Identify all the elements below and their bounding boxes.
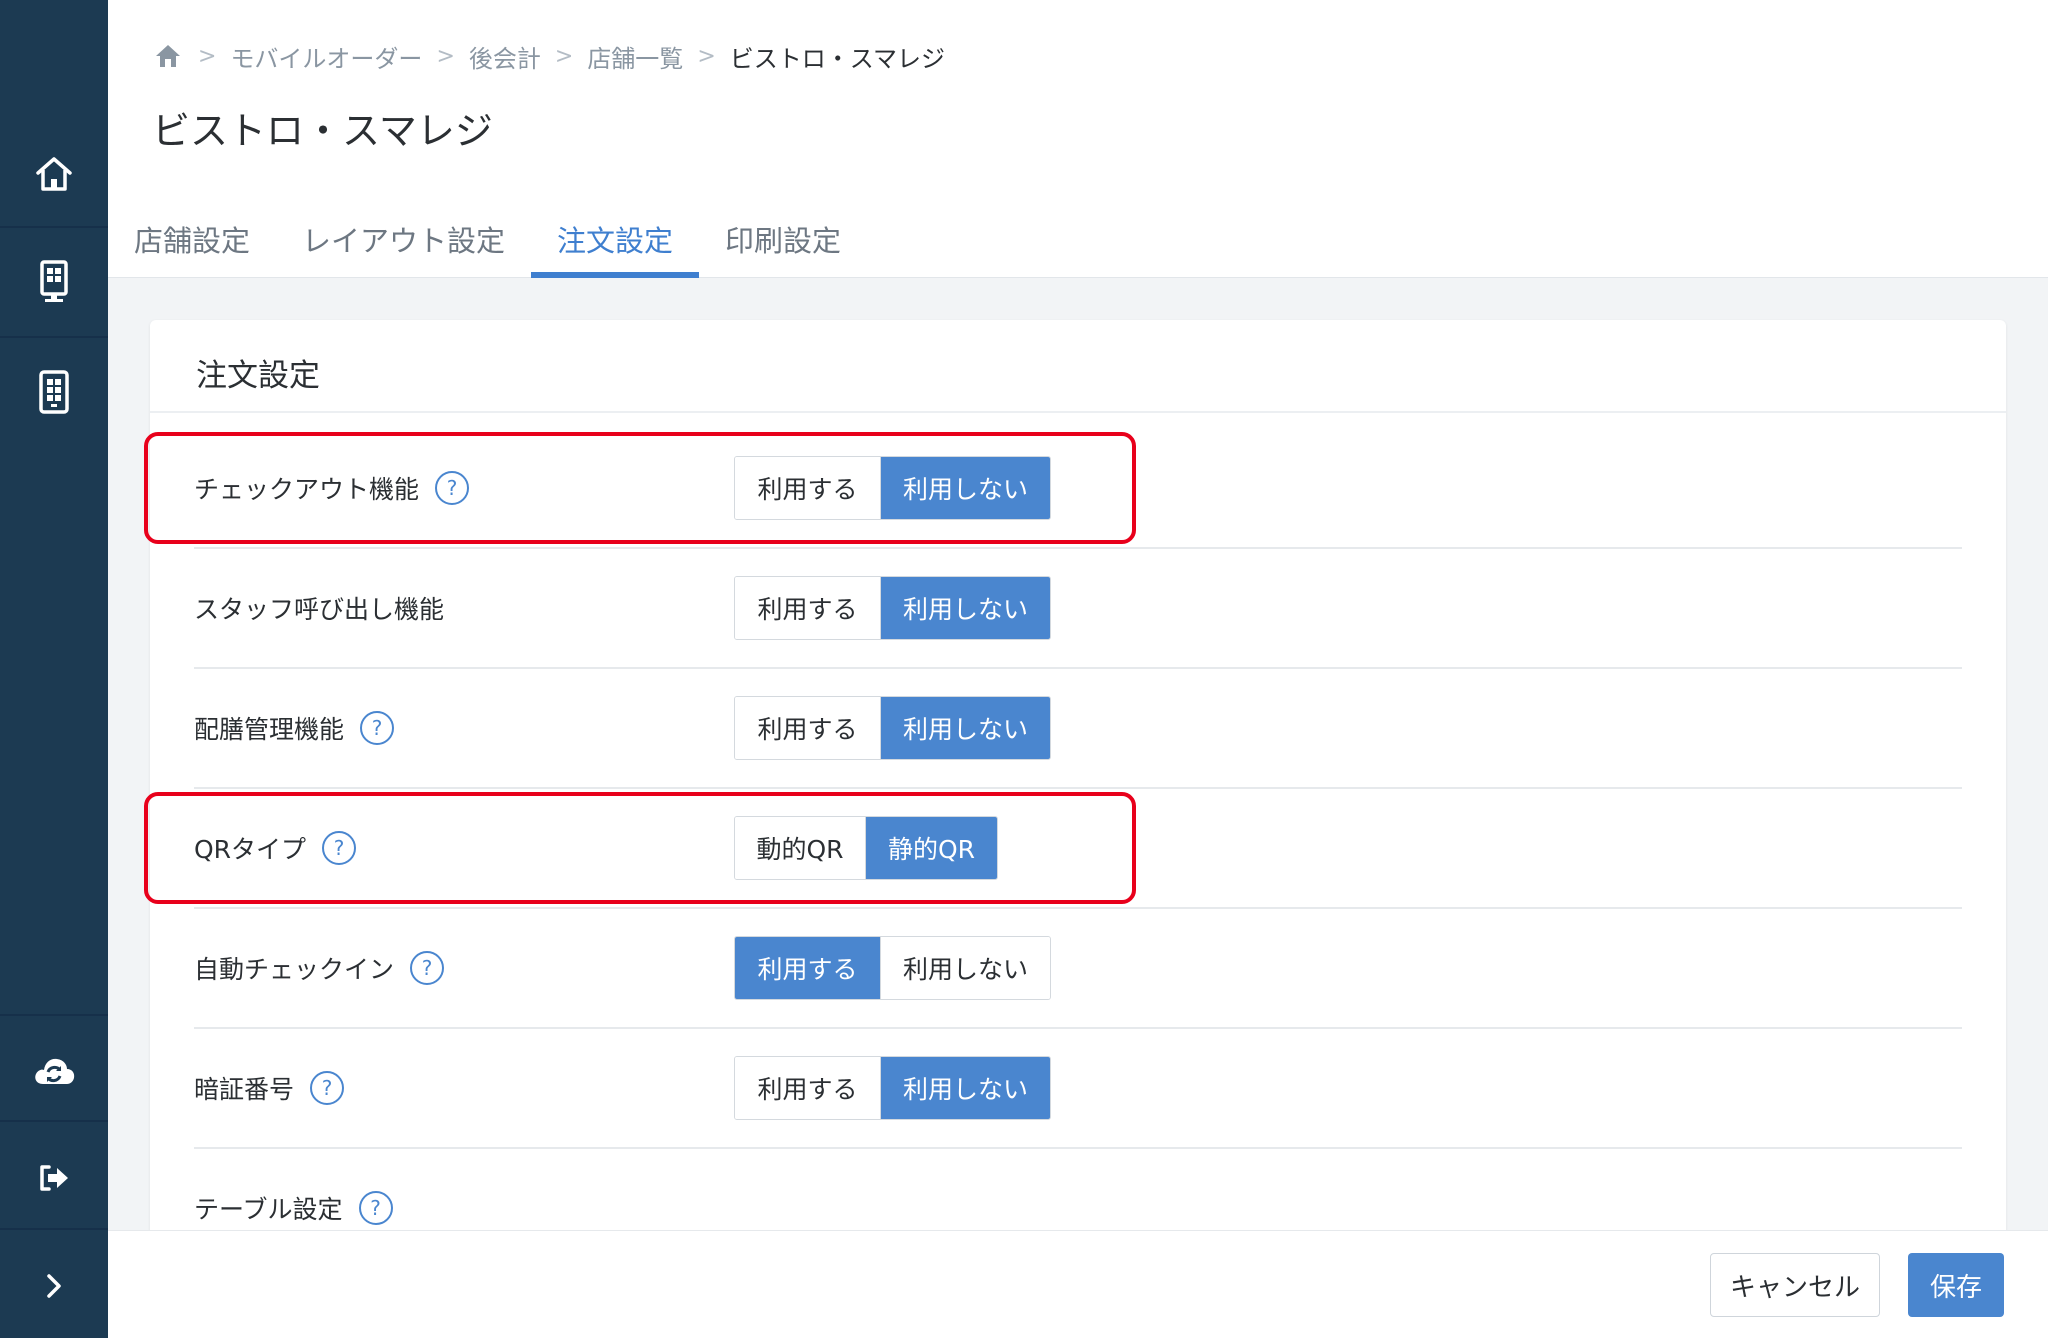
option-use[interactable]: 利用する xyxy=(735,577,880,639)
page-header: > モバイルオーダー > 後会計 > 店舗一覧 > ビストロ・スマレジ ビストロ… xyxy=(108,0,2048,278)
chevron-right-icon: > xyxy=(198,43,217,69)
breadcrumb-current: ビストロ・スマレジ xyxy=(729,44,946,73)
setting-row-checkout: チェックアウト機能? 利用する 利用しない xyxy=(194,428,1962,548)
tablet-menu-icon xyxy=(39,370,69,414)
footer-actions: キャンセル 保存 xyxy=(108,1230,2048,1338)
setting-label: QRタイプ xyxy=(194,835,307,864)
breadcrumb-home-link[interactable] xyxy=(152,40,184,72)
help-icon[interactable]: ? xyxy=(410,951,445,985)
setting-row-serving: 配膳管理機能? 利用する 利用しない xyxy=(194,668,1962,788)
page-title: ビストロ・スマレジ xyxy=(152,109,493,153)
tab-layout-settings[interactable]: レイアウト設定 xyxy=(276,198,531,278)
tab-print-settings[interactable]: 印刷設定 xyxy=(699,198,867,278)
breadcrumb-store-list[interactable]: 店舗一覧 xyxy=(587,39,683,74)
help-icon[interactable]: ? xyxy=(358,1191,393,1225)
sidebar-sync-button[interactable] xyxy=(0,1016,108,1124)
option-not-use[interactable]: 利用しない xyxy=(880,1057,1050,1119)
setting-row-pin: 暗証番号? 利用する 利用しない xyxy=(194,1028,1962,1148)
tab-store-settings[interactable]: 店舗設定 xyxy=(108,198,276,278)
sidebar xyxy=(0,0,108,1338)
home-icon xyxy=(36,157,72,191)
sidebar-expand-button[interactable] xyxy=(0,1232,108,1338)
setting-row-staff-call: スタッフ呼び出し機能 利用する 利用しない xyxy=(194,548,1962,668)
divider xyxy=(150,411,2006,413)
option-use[interactable]: 利用する xyxy=(735,457,880,519)
order-settings-card: 注文設定 チェックアウト機能? 利用する 利用しない スタッフ呼び出し機能 利用… xyxy=(150,320,2006,1338)
cancel-button[interactable]: キャンセル xyxy=(1710,1253,1880,1317)
staff-call-toggle: 利用する 利用しない xyxy=(734,576,1051,640)
chevron-right-icon xyxy=(47,1274,61,1298)
help-icon[interactable]: ? xyxy=(310,1071,345,1105)
option-not-use[interactable]: 利用しない xyxy=(880,697,1050,759)
auto-checkin-toggle: 利用する 利用しない xyxy=(734,936,1051,1000)
chevron-right-icon: > xyxy=(554,43,574,69)
setting-label: 配膳管理機能 xyxy=(194,715,345,744)
setting-label: スタッフ呼び出し機能 xyxy=(194,595,445,624)
save-button[interactable]: 保存 xyxy=(1908,1253,2004,1317)
order-terminal-icon xyxy=(40,260,68,302)
chevron-right-icon: > xyxy=(436,43,455,69)
checkout-toggle: 利用する 利用しない xyxy=(734,456,1051,520)
tab-bar: 店舗設定 レイアウト設定 注文設定 印刷設定 xyxy=(108,198,867,278)
card-title: 注文設定 xyxy=(196,358,320,394)
option-not-use[interactable]: 利用しない xyxy=(880,577,1050,639)
chevron-right-icon: > xyxy=(697,43,716,69)
option-not-use[interactable]: 利用しない xyxy=(880,937,1050,999)
option-static-qr[interactable]: 静的QR xyxy=(865,817,997,879)
option-use[interactable]: 利用する xyxy=(735,1057,880,1119)
option-use[interactable]: 利用する xyxy=(735,697,880,759)
sidebar-order-terminal-button[interactable] xyxy=(0,228,108,336)
breadcrumb-mobile-order[interactable]: モバイルオーダー xyxy=(230,39,422,74)
sidebar-home-button[interactable] xyxy=(0,120,108,228)
logout-icon xyxy=(40,1165,68,1191)
setting-label: 自動チェックイン xyxy=(194,955,395,984)
help-icon[interactable]: ? xyxy=(435,471,470,505)
option-not-use[interactable]: 利用しない xyxy=(880,457,1050,519)
setting-row-qr-type: QRタイプ? 動的QR 静的QR xyxy=(194,788,1962,908)
home-icon xyxy=(156,45,180,67)
setting-label: 暗証番号 xyxy=(194,1075,295,1104)
pin-toggle: 利用する 利用しない xyxy=(734,1056,1051,1120)
breadcrumb-post-payment[interactable]: 後会計 xyxy=(469,39,541,74)
help-icon[interactable]: ? xyxy=(360,711,395,745)
option-dynamic-qr[interactable]: 動的QR xyxy=(735,817,865,879)
setting-label: チェックアウト機能 xyxy=(194,475,420,504)
setting-row-auto-checkin: 自動チェックイン? 利用する 利用しない xyxy=(194,908,1962,1028)
serving-toggle: 利用する 利用しない xyxy=(734,696,1051,760)
setting-label: テーブル設定 xyxy=(194,1195,343,1224)
breadcrumb: > モバイルオーダー > 後会計 > 店舗一覧 > ビストロ・スマレジ xyxy=(152,38,945,74)
cloud-sync-icon xyxy=(35,1058,75,1084)
help-icon[interactable]: ? xyxy=(322,831,357,865)
option-use[interactable]: 利用する xyxy=(735,937,880,999)
sidebar-tablet-menu-button[interactable] xyxy=(0,338,108,446)
tab-order-settings[interactable]: 注文設定 xyxy=(531,198,700,278)
qr-type-toggle: 動的QR 静的QR xyxy=(734,816,998,880)
sidebar-logout-button[interactable] xyxy=(0,1124,108,1232)
